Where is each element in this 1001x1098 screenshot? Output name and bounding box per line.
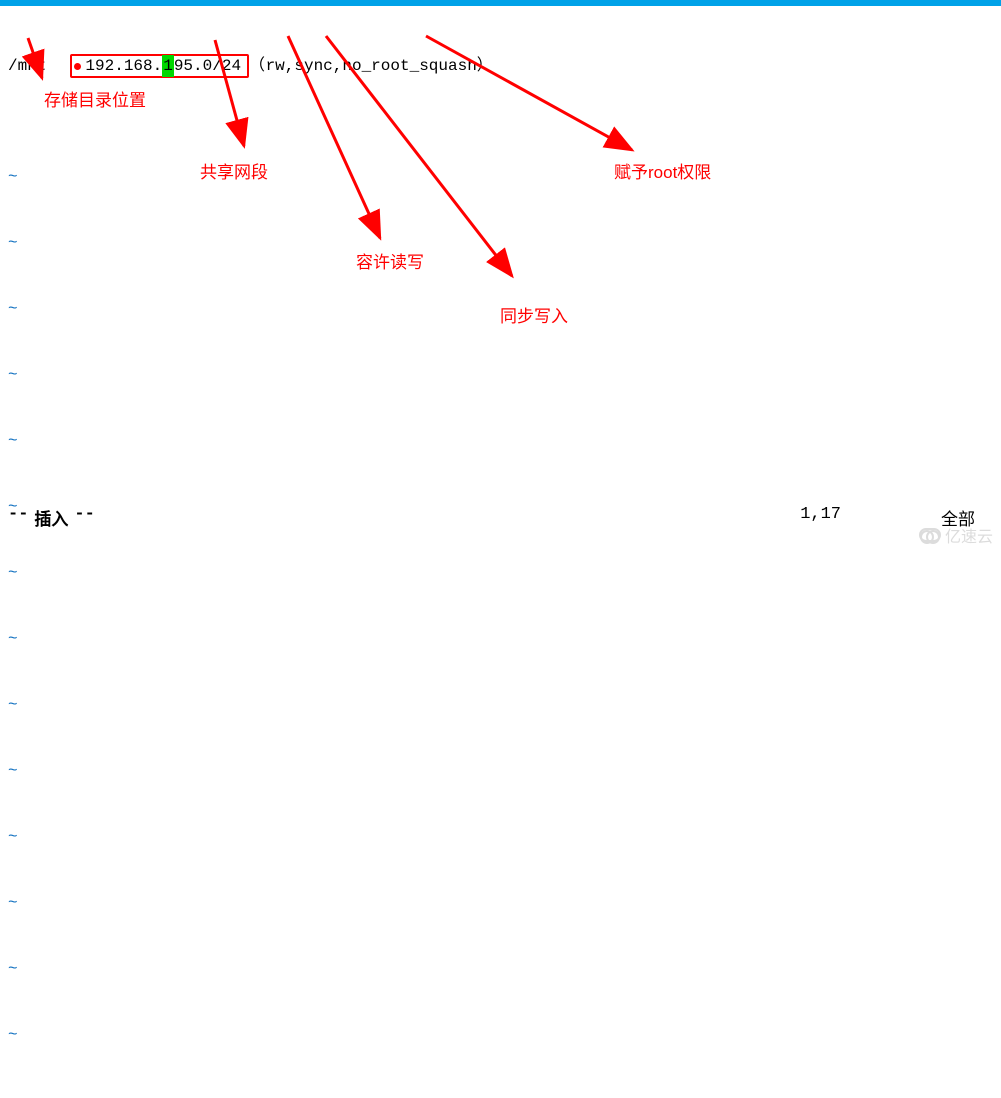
editor-cursor[interactable]: 1: [162, 55, 174, 77]
tilde-line: ~: [8, 628, 993, 650]
anchor-dot-icon: [74, 63, 81, 70]
tilde-line: ~: [8, 1024, 993, 1046]
tilde-line: ~: [8, 430, 993, 452]
ip-post: 95.0/24: [174, 55, 241, 77]
cloud-icon: [919, 528, 941, 542]
ip-highlight-box: 192.168.195.0/24: [70, 54, 249, 78]
tilde-line: ~: [8, 166, 993, 188]
watermark-text: 亿速云: [945, 523, 993, 547]
label-shared-segment: 共享网段: [200, 158, 268, 183]
tilde-line: ~: [8, 232, 993, 254]
cursor-position: 1,17: [800, 505, 841, 531]
tilde-line: ~: [8, 694, 993, 716]
nfs-options: rw,sync,no_root_squash: [266, 55, 477, 77]
tilde-line: ~: [8, 826, 993, 848]
mount-path-text: /mnt: [8, 55, 46, 77]
label-allow-rw: 容许读写: [356, 248, 424, 273]
mode-suffix: --: [74, 505, 94, 531]
empty-lines: ~ ~ ~ ~ ~ ~ ~ ~ ~ ~ ~ ~ ~ ~ ~ ~ ~ ~ ~ ~ …: [8, 122, 993, 1098]
label-root-priv: 赋予root权限: [614, 158, 711, 183]
tilde-line: ~: [8, 958, 993, 980]
label-storage-dir: 存储目录位置: [44, 86, 146, 111]
label-sync-write: 同步写入: [500, 302, 568, 327]
tilde-line: ~: [8, 892, 993, 914]
terminal-editor[interactable]: /mnt 192.168.195.0/24 （rw,sync,no_root_s…: [0, 6, 1001, 1098]
vim-status-line: -- 插入 -- 1,17 全部: [8, 505, 993, 531]
watermark: 亿速云: [919, 523, 993, 547]
editor-line-1[interactable]: /mnt 192.168.195.0/24 （rw,sync,no_root_s…: [8, 54, 993, 78]
tilde-line: ~: [8, 364, 993, 386]
paren-open: （: [249, 55, 266, 77]
tilde-line: ~: [8, 562, 993, 584]
mode-prefix: --: [8, 505, 28, 531]
tilde-line: ~: [8, 1090, 993, 1098]
paren-close: ）: [477, 55, 494, 77]
tilde-line: ~: [8, 760, 993, 782]
vim-mode: 插入: [34, 505, 68, 531]
ip-pre: 192.168.: [85, 55, 162, 77]
